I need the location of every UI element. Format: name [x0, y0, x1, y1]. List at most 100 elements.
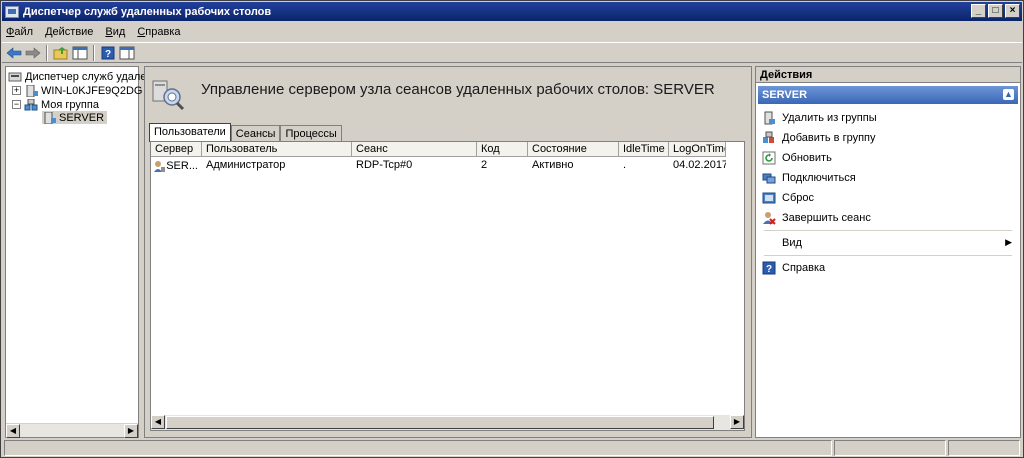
title-bar: Диспетчер служб удаленных рабочих столов…	[2, 2, 1022, 21]
window-title: Диспетчер служб удаленных рабочих столов	[23, 5, 272, 18]
refresh-icon	[762, 151, 776, 165]
status-cell-main	[4, 440, 832, 456]
reset-icon	[762, 192, 776, 204]
tree-horizontal-scrollbar[interactable]: ◀ ▶	[6, 423, 138, 438]
list-header: Сервер Пользователь Сеанс Код Состояние …	[151, 142, 726, 157]
tab-strip: Пользователи Сеансы Процессы	[149, 123, 342, 142]
tab-sessions[interactable]: Сеансы	[230, 125, 281, 142]
up-folder-button[interactable]	[53, 45, 69, 61]
expand-icon[interactable]: +	[12, 86, 21, 95]
rds-manager-icon	[8, 72, 22, 81]
column-id[interactable]: Код	[477, 142, 528, 157]
action-connect[interactable]: Подключиться	[756, 168, 1020, 188]
console-tree-icon	[72, 46, 88, 59]
action-add-to-group[interactable]: Добавить в группу	[756, 128, 1020, 148]
status-cell-3	[948, 440, 1020, 456]
column-logontime[interactable]: LogOnTime	[669, 142, 726, 157]
add-to-group-icon	[763, 131, 774, 143]
tree-node-server-selected-label: SERVER	[59, 111, 105, 124]
main-pane: Управление сервером узла сеансов удаленн…	[144, 66, 752, 438]
server-icon	[26, 84, 38, 97]
actions-title: Действия	[756, 67, 1020, 83]
user-icon	[154, 160, 166, 172]
tree-root-label: Диспетчер служб удален	[25, 70, 153, 83]
show-hide-action-pane-button[interactable]	[119, 45, 135, 61]
menu-view[interactable]: Вид	[105, 26, 125, 38]
logoff-user-icon	[763, 212, 776, 225]
tree-node-group-label: Моя группа	[41, 98, 99, 111]
server-management-icon	[152, 80, 185, 111]
collapse-icon[interactable]: −	[12, 100, 21, 109]
submenu-arrow-icon: ▶	[1005, 237, 1012, 247]
help-button[interactable]: ?	[100, 45, 116, 61]
svg-text:?: ?	[766, 264, 772, 275]
scroll-thumb[interactable]	[166, 416, 714, 429]
cell-id: 2	[481, 159, 488, 171]
column-user[interactable]: Пользователь	[202, 142, 352, 157]
tree-root[interactable]: Диспетчер служб удален	[8, 70, 153, 83]
tree-node-server[interactable]: + WIN-L0KJFE9Q2DG	[12, 84, 142, 97]
cell-server: SER...	[151, 158, 202, 174]
menu-help[interactable]: Справка	[137, 26, 180, 38]
toolbar: ?	[2, 42, 1022, 63]
actions-pane: Действия SERVER ▲ Удалить из группы Доба…	[755, 66, 1021, 438]
server-icon	[44, 111, 56, 124]
cell-logontime: 04.02.2017 ...	[673, 159, 726, 171]
main-header: Управление сервером узла сеансов удаленн…	[145, 67, 751, 121]
column-state[interactable]: Состояние	[528, 142, 619, 157]
connect-icon	[762, 173, 776, 184]
action-refresh[interactable]: Обновить	[756, 148, 1020, 168]
group-icon	[24, 98, 38, 110]
forward-arrow-icon	[25, 46, 41, 59]
tree-node-group[interactable]: − Моя группа	[12, 98, 99, 111]
cell-idletime: .	[623, 159, 627, 171]
column-idletime[interactable]: IdleTime	[619, 142, 669, 157]
forward-button[interactable]	[25, 45, 41, 61]
status-cell-2	[834, 440, 946, 456]
column-server[interactable]: Сервер	[151, 142, 202, 157]
action-pane-icon	[119, 46, 135, 59]
help-icon: ?	[762, 261, 776, 275]
maximize-button[interactable]: □	[988, 4, 1003, 18]
remove-server-icon	[764, 111, 775, 125]
tab-users[interactable]: Пользователи	[149, 123, 231, 142]
cell-user: Администратор	[206, 159, 286, 171]
status-bar	[2, 439, 1022, 457]
action-reset[interactable]: Сброс	[756, 188, 1020, 208]
page-title: Управление сервером узла сеансов удаленн…	[201, 81, 715, 98]
scroll-left-button[interactable]: ◀	[6, 424, 20, 438]
actions-section-label: SERVER	[762, 89, 808, 101]
app-window: Диспетчер служб удаленных рабочих столов…	[0, 0, 1024, 458]
tree-node-server-selected[interactable]: SERVER	[42, 111, 108, 124]
back-button[interactable]	[6, 45, 22, 61]
list-horizontal-scrollbar[interactable]: ◀ ▶	[151, 415, 744, 430]
menu-file[interactable]: Файл	[6, 26, 33, 38]
cell-session: RDP-Tcp#0	[356, 159, 413, 171]
tree-node-server-label: WIN-L0KJFE9Q2DG	[41, 84, 143, 97]
help-icon: ?	[101, 46, 115, 60]
show-hide-tree-button[interactable]	[72, 45, 88, 61]
menu-action[interactable]: Действие	[45, 26, 93, 38]
collapse-up-icon[interactable]: ▲	[1003, 89, 1014, 100]
console-tree: Диспетчер служб удален + WIN-L0KJFE9Q2DG…	[5, 66, 153, 438]
scroll-left-button[interactable]: ◀	[151, 415, 165, 429]
svg-text:?: ?	[105, 49, 111, 60]
close-button[interactable]: ×	[1005, 4, 1020, 18]
users-list: Сервер Пользователь Сеанс Код Состояние …	[150, 141, 745, 431]
menu-bar: Файл Действие Вид Справка	[2, 22, 1022, 41]
scroll-right-button[interactable]: ▶	[124, 424, 138, 438]
action-view[interactable]: Вид ▶	[756, 233, 1020, 253]
tab-processes[interactable]: Процессы	[280, 125, 342, 142]
table-row[interactable]: SER... Администратор RDP-Tcp#0 2 Активно…	[151, 158, 726, 174]
action-help[interactable]: ? Справка	[756, 258, 1020, 278]
actions-section-header[interactable]: SERVER ▲	[758, 86, 1018, 104]
cell-state: Активно	[532, 159, 574, 171]
back-arrow-icon	[6, 46, 22, 59]
action-logoff[interactable]: Завершить сеанс	[756, 208, 1020, 228]
app-icon	[5, 5, 19, 18]
scroll-right-button[interactable]: ▶	[730, 415, 744, 429]
action-remove-from-group[interactable]: Удалить из группы	[756, 108, 1020, 128]
column-session[interactable]: Сеанс	[352, 142, 477, 157]
folder-up-icon	[53, 46, 68, 59]
minimize-button[interactable]: _	[971, 4, 986, 18]
